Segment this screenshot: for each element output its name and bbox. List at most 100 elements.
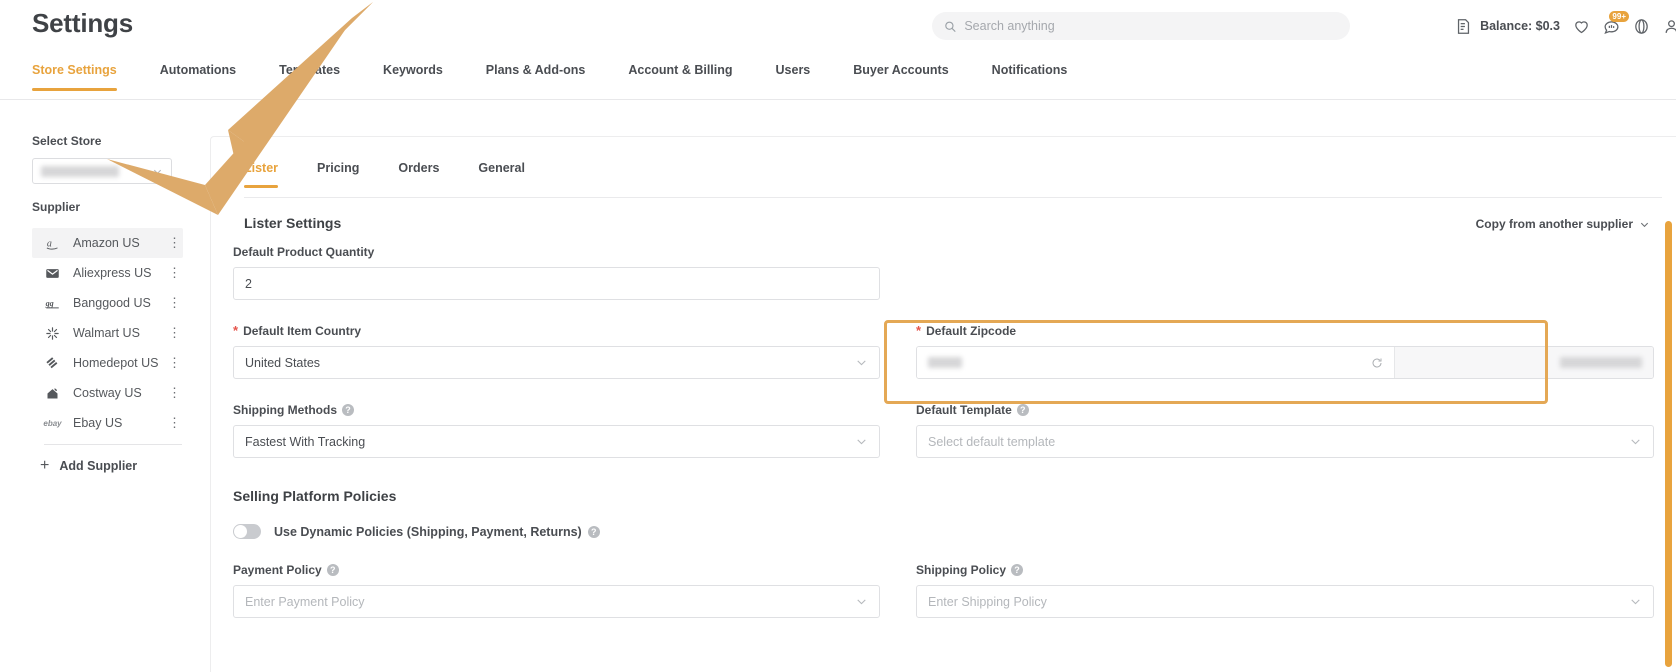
supplier-menu-icon[interactable]: ⋮ (168, 296, 183, 309)
main-nav: Store Settings Automations Templates Key… (0, 59, 1676, 100)
page-title: Settings (32, 8, 133, 38)
default-product-quantity-value: 2 (245, 276, 252, 291)
chevron-down-icon (1629, 595, 1642, 608)
svg-text:gg: gg (45, 299, 54, 308)
payment-policy-select[interactable]: Enter Payment Policy (233, 585, 880, 618)
search-box[interactable] (932, 12, 1350, 40)
form-row-country-zipcode: * Default Item Country United States * D… (233, 324, 1664, 379)
banggood-icon: gg (44, 295, 61, 312)
shipping-methods-value: Fastest With Tracking (245, 434, 366, 449)
form-row-shipping-template: Shipping Methods ? Fastest With Tracking… (233, 403, 1664, 458)
tab-orders[interactable]: Orders (398, 161, 439, 188)
default-product-quantity-label: Default Product Quantity (233, 245, 375, 259)
dynamic-policies-toggle[interactable] (233, 524, 261, 539)
form-row-quantity: Default Product Quantity 2 (233, 245, 1664, 300)
default-product-quantity-input[interactable]: 2 (233, 267, 880, 300)
tab-pricing[interactable]: Pricing (317, 161, 359, 188)
plus-icon: + (40, 457, 50, 474)
sidebar-item-banggood-us[interactable]: gg Banggood US ⋮ (32, 288, 183, 318)
sidebar-item-homedepot-us[interactable]: Homedepot US ⋮ (32, 348, 183, 378)
help-icon[interactable]: ? (342, 404, 354, 416)
user-icon[interactable] (1663, 18, 1676, 35)
tab-account-billing[interactable]: Account & Billing (628, 59, 732, 91)
sidebar-item-costway-us[interactable]: Costway US ⋮ (32, 378, 183, 408)
notes-icon[interactable] (1455, 18, 1472, 35)
shipping-policy-select[interactable]: Enter Shipping Policy (916, 585, 1654, 618)
tab-keywords[interactable]: Keywords (383, 59, 443, 91)
help-icon[interactable]: ? (1011, 564, 1024, 576)
tab-automations[interactable]: Automations (160, 59, 236, 91)
sidebar-divider (44, 444, 182, 445)
chevron-down-icon (855, 595, 868, 608)
help-icon[interactable]: ? (326, 564, 339, 576)
default-template-select[interactable]: Select default template (916, 425, 1654, 458)
aliexpress-icon (44, 265, 61, 282)
required-asterisk: * (233, 323, 239, 338)
refresh-icon[interactable] (1371, 357, 1383, 369)
tab-notifications[interactable]: Notifications (992, 59, 1068, 91)
notification-badge: 99+ (1609, 10, 1629, 22)
chat-icon[interactable]: 99+ (1603, 10, 1629, 35)
heart-icon[interactable] (1573, 18, 1590, 35)
costway-icon (44, 385, 61, 402)
selling-platform-policies-heading: Selling Platform Policies (233, 488, 397, 504)
supplier-name: Walmart US (73, 326, 140, 340)
supplier-menu-icon[interactable]: ⋮ (168, 386, 183, 399)
help-icon[interactable] (1633, 18, 1650, 35)
default-template-placeholder: Select default template (928, 434, 1056, 449)
balance-label: Balance: $0.3 (1480, 19, 1560, 33)
default-zipcode-input[interactable] (917, 347, 1394, 378)
supplier-list: a Amazon US ⋮ Aliexpress US ⋮ gg Banggoo… (32, 228, 183, 474)
default-zipcode-input-group[interactable] (916, 346, 1654, 379)
copy-from-supplier-label: Copy from another supplier (1475, 217, 1633, 231)
store-value-redacted (41, 165, 119, 177)
help-icon[interactable]: ? (1016, 404, 1029, 416)
search-input[interactable] (964, 19, 1338, 33)
tab-users[interactable]: Users (776, 59, 811, 91)
default-zipcode-label: * Default Zipcode (916, 323, 1017, 338)
supplier-label: Supplier (32, 200, 81, 214)
supplier-menu-icon[interactable]: ⋮ (168, 266, 183, 279)
default-zipcode-secondary-redacted (1560, 357, 1642, 368)
add-supplier-label: Add Supplier (59, 459, 138, 473)
default-item-country-select[interactable]: United States (233, 346, 880, 379)
tab-general[interactable]: General (478, 161, 525, 188)
add-supplier-button[interactable]: + Add Supplier (40, 457, 183, 474)
help-icon[interactable]: ? (587, 525, 600, 538)
tab-templates[interactable]: Templates (279, 59, 340, 91)
sidebar-item-aliexpress-us[interactable]: Aliexpress US ⋮ (32, 258, 183, 288)
default-item-country-label: * Default Item Country (233, 323, 362, 338)
shipping-methods-select[interactable]: Fastest With Tracking (233, 425, 880, 458)
supplier-name: Costway US (73, 386, 142, 400)
store-select-dropdown[interactable] (32, 158, 172, 184)
supplier-name: Ebay US (73, 416, 123, 430)
payment-policy-label: Payment Policy ? (233, 563, 880, 577)
walmart-icon (44, 325, 61, 342)
shipping-methods-label: Shipping Methods ? (233, 403, 880, 417)
selling-platform-policies-section: Selling Platform Policies Use Dynamic Po… (233, 488, 1664, 618)
chevron-down-icon (1629, 435, 1642, 448)
tab-lister[interactable]: Lister (244, 161, 279, 188)
sidebar-item-amazon-us[interactable]: a Amazon US ⋮ (32, 228, 183, 258)
select-store-label: Select Store (32, 134, 102, 148)
supplier-menu-icon[interactable]: ⋮ (168, 326, 183, 339)
vertical-scrollbar[interactable] (1665, 221, 1672, 667)
supplier-name: Banggood US (73, 296, 151, 310)
tab-buyer-accounts[interactable]: Buyer Accounts (853, 59, 948, 91)
tab-plans-add-ons[interactable]: Plans & Add-ons (486, 59, 586, 91)
sidebar-item-ebay-us[interactable]: ebay Ebay US ⋮ (32, 408, 183, 438)
panel-tabs: Lister Pricing Orders General (244, 161, 564, 188)
supplier-menu-icon[interactable]: ⋮ (168, 416, 183, 429)
sidebar-item-walmart-us[interactable]: Walmart US ⋮ (32, 318, 183, 348)
tab-store-settings[interactable]: Store Settings (32, 59, 117, 91)
form-row-policies: Payment Policy ? Enter Payment Policy Sh… (233, 563, 1664, 618)
chevron-down-icon (855, 356, 868, 369)
copy-from-supplier-button[interactable]: Copy from another supplier (1476, 217, 1650, 231)
supplier-menu-icon[interactable]: ⋮ (168, 236, 183, 249)
chevron-down-icon (855, 435, 868, 448)
field-shipping-methods: Shipping Methods ? Fastest With Tracking (233, 403, 880, 458)
top-bar-actions: Balance: $0.3 99+ (1455, 10, 1676, 40)
top-bar: Settings Balance: $0.3 (0, 0, 1676, 52)
default-zipcode-secondary[interactable] (1394, 347, 1653, 378)
supplier-menu-icon[interactable]: ⋮ (168, 356, 183, 369)
